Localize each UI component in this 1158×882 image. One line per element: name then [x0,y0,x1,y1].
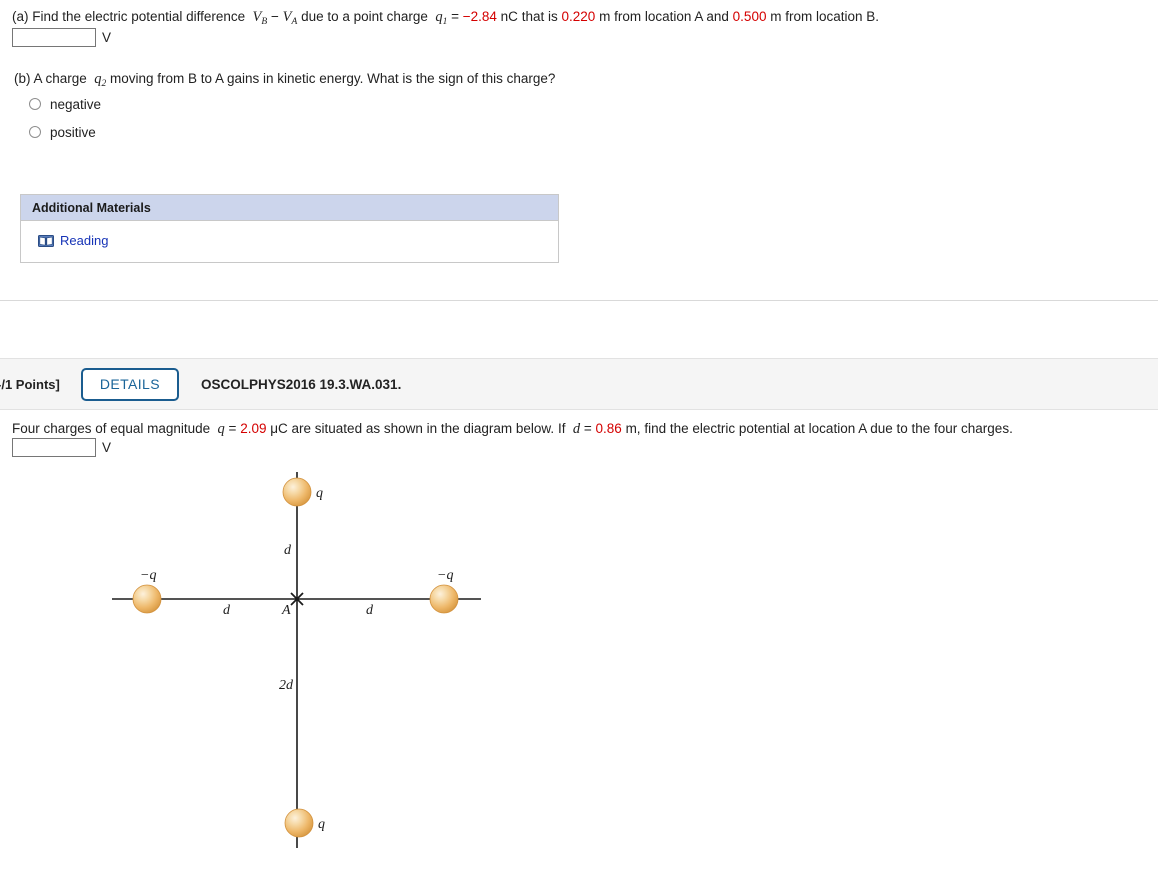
part-b-prefix: (b) A charge [14,71,87,86]
book-icon [38,234,54,247]
part-b-rest-text: moving from B to A gains in kinetic ener… [109,71,556,86]
question2-text: Four charges of equal magnitude q = 2.09… [12,420,1013,438]
distance-b-value: 0.500 [732,9,767,24]
radio-label-positive: positive [50,124,96,140]
part-a-answer-input[interactable] [12,28,96,47]
distance-label-left: d [223,603,230,618]
q-magnitude-value: 2.09 [240,421,267,436]
radio-option-positive[interactable]: positive [29,122,101,142]
q1-value: −2.84 [462,9,497,24]
top-charge-sphere [282,477,312,507]
part-a-prefix: (a) Find the electric potential differen… [12,9,246,24]
distance-label-top: d [284,543,291,558]
question2-answer-row: V [12,438,111,457]
part-a-mid-text: due to a point charge [301,9,428,24]
question-code: OSCOLPHYS2016 19.3.WA.031. [200,376,402,392]
left-charge-sphere [132,584,162,614]
diagram-svg [112,472,481,848]
location-a-label: A [282,603,291,618]
points-label: -/1 Points] [0,376,60,392]
q2-symbol: q2 [94,71,107,89]
additional-materials-panel: Additional Materials Reading [20,194,559,263]
radio-label-negative: negative [50,96,102,112]
additional-materials-body: Reading [21,221,558,262]
right-charge-label: −q [437,568,454,583]
d-unit: m, [625,421,641,436]
distance-b-unit: m [770,9,782,24]
left-charge-label: −q [140,568,157,583]
part-a-answer-row: V [12,28,111,47]
vb-symbol: VB [252,9,268,27]
top-charge-label: q [316,486,323,501]
distance-a-value: 0.220 [561,9,596,24]
right-charge-sphere [429,584,459,614]
part-a-answer-unit: V [102,30,112,45]
minus-operator: − [270,9,279,24]
q2-text-mid: are situated as shown in the diagram bel… [291,421,566,436]
section-divider [0,300,1158,301]
distance-a-unit: m [599,9,611,24]
q2-equals: = [228,421,237,436]
part-b-question: (b) A charge q2 moving from B to A gains… [14,70,555,90]
part-b-options: negative positive [29,94,101,142]
q2-text-before: Four charges of equal magnitude [12,421,211,436]
four-charges-diagram: q −q −q q d d d 2d A [100,460,520,860]
q2-equals-2: = [583,421,592,436]
q2-text-after: find the electric potential at location … [644,421,1013,436]
d-value: 0.86 [595,421,622,436]
part-a-question: (a) Find the electric potential differen… [12,8,879,28]
equals-sign: = [451,9,459,24]
q1-unit: nC [500,9,518,24]
reading-link[interactable]: Reading [60,233,108,248]
radio-circle-icon[interactable] [29,126,41,138]
bottom-charge-label: q [318,817,325,832]
q-symbol: q [217,421,225,437]
question2-points-bar: -/1 Points] DETAILS OSCOLPHYS2016 19.3.W… [0,358,1158,410]
va-symbol: VA [282,9,298,27]
distance-label-bottom: 2d [279,678,293,693]
d-symbol: d [572,421,581,437]
question2-answer-input[interactable] [12,438,96,457]
q-magnitude-unit: μC [270,421,288,436]
radio-option-negative[interactable]: negative [29,94,101,114]
that-is-text: that is [521,9,558,24]
from-location-a-text: from location A and [614,9,729,24]
question2-answer-unit: V [102,440,112,455]
radio-circle-icon[interactable] [29,98,41,110]
distance-label-right: d [366,603,373,618]
from-location-b-text: from location B. [785,9,880,24]
bottom-charge-sphere [284,808,314,838]
additional-materials-header: Additional Materials [21,195,558,221]
q1-symbol: q1 [435,9,448,27]
details-button[interactable]: DETAILS [80,367,179,401]
